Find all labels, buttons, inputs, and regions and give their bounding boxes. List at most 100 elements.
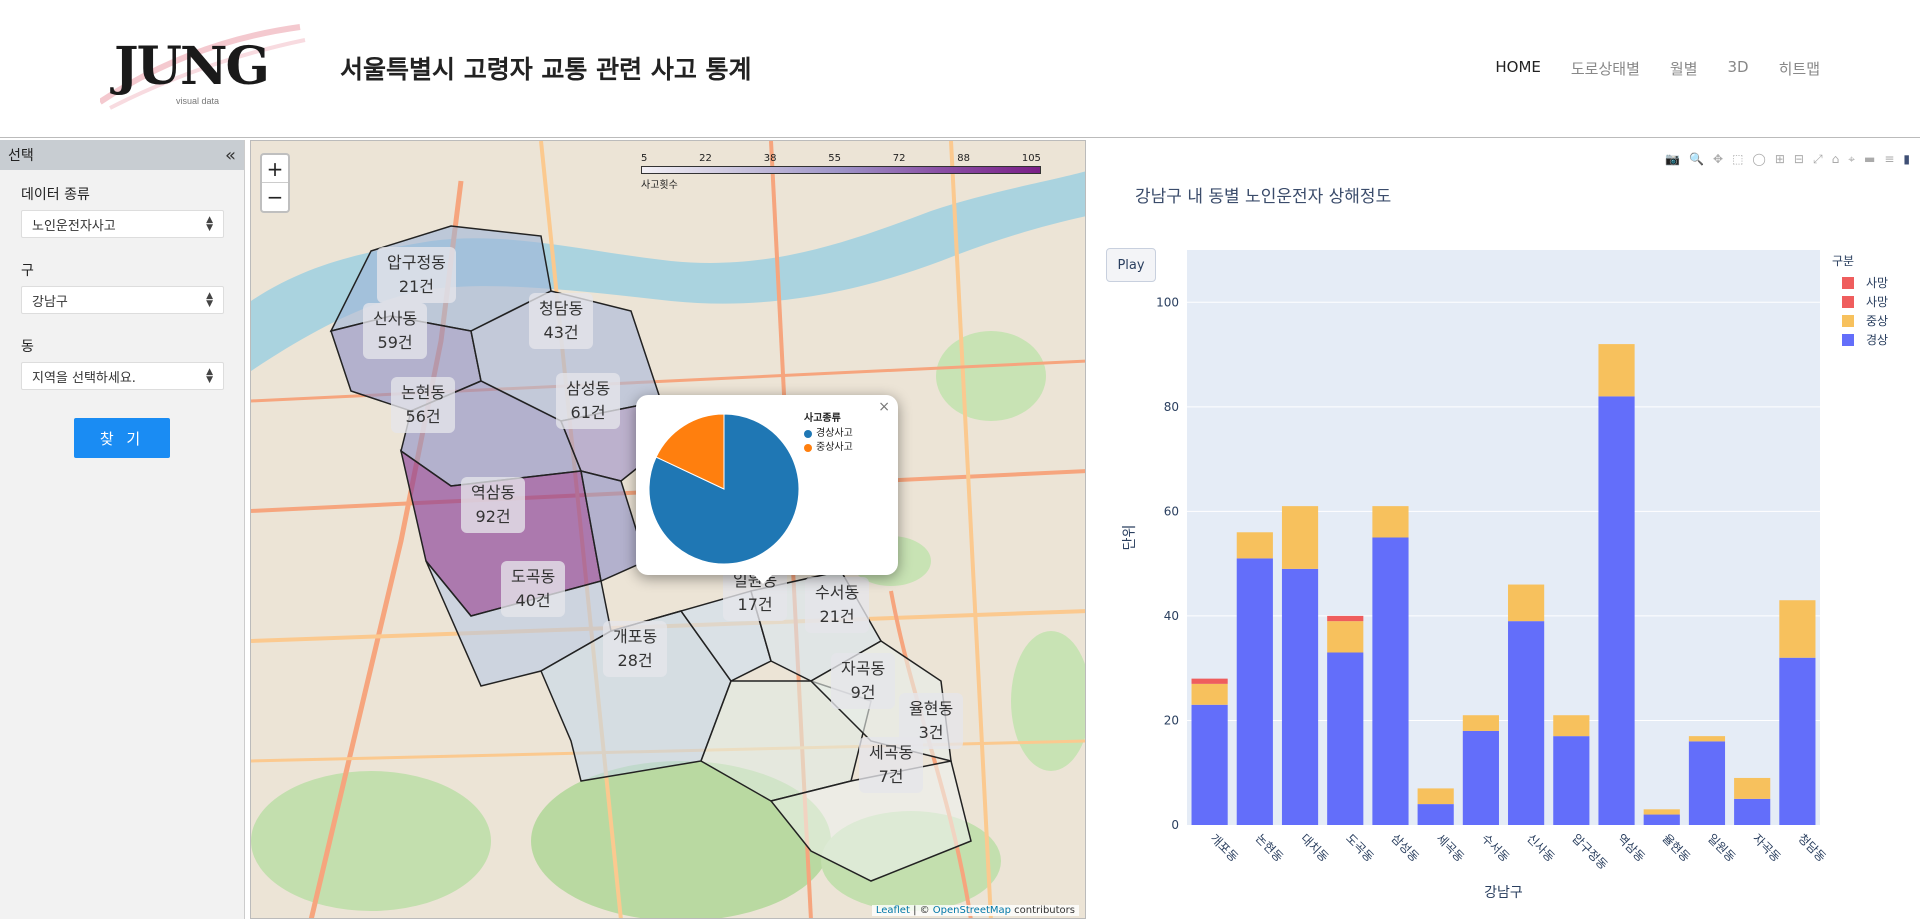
bar-경상[interactable] bbox=[1417, 804, 1454, 825]
district-label-apgujeong[interactable]: 압구정동 21건 bbox=[377, 247, 456, 303]
district-label-cheongdam[interactable]: 청담동 43건 bbox=[529, 293, 594, 349]
bar-중상[interactable] bbox=[1688, 736, 1726, 742]
nav-heatmap[interactable]: 히트맵 bbox=[1779, 58, 1820, 79]
bar-사망[interactable] bbox=[1191, 678, 1228, 684]
bar-중상[interactable] bbox=[1643, 809, 1680, 815]
bar-사망[interactable] bbox=[1327, 615, 1364, 622]
bar-중상[interactable] bbox=[1508, 584, 1545, 622]
logo-subtitle: visual data bbox=[176, 96, 220, 106]
nav-home[interactable]: HOME bbox=[1495, 58, 1541, 79]
dong-value: 지역을 선택하세요. bbox=[32, 370, 136, 386]
y-tick-label: 100 bbox=[1156, 295, 1179, 309]
data-type-label: 데이터 종류 bbox=[21, 187, 90, 203]
bar-경상[interactable] bbox=[1327, 652, 1364, 826]
district-label-suseo[interactable]: 수서동 21건 bbox=[805, 577, 870, 633]
gu-value: 강남구 bbox=[32, 294, 68, 310]
bar-중상[interactable] bbox=[1191, 683, 1228, 705]
data-type-select[interactable]: 노인운전자사고 ▲ ▼ bbox=[21, 210, 224, 238]
district-count: 43건 bbox=[543, 323, 579, 342]
pie-legend-title: 사고종류 bbox=[804, 413, 841, 424]
district-name: 수서동 bbox=[815, 583, 860, 602]
attribution-tail: contributors bbox=[1011, 905, 1075, 916]
bar-중상[interactable] bbox=[1281, 506, 1319, 569]
bar-경상[interactable] bbox=[1553, 736, 1590, 825]
district-count: 61건 bbox=[570, 403, 606, 422]
district-label-gaepo[interactable]: 개포동 28건 bbox=[603, 621, 668, 677]
bar-중상[interactable] bbox=[1598, 344, 1635, 397]
district-label-sinsa[interactable]: 신사동 59건 bbox=[363, 303, 428, 359]
dong-label: 동 bbox=[21, 339, 34, 355]
legend-item[interactable]: 경상 bbox=[1832, 330, 1888, 349]
district-label-samseong[interactable]: 삼성동 61건 bbox=[556, 373, 621, 429]
scale-tick: 22 bbox=[699, 153, 712, 164]
x-tick-label: 역삼동 bbox=[1614, 831, 1647, 864]
district-label-dogok[interactable]: 도곡동 40건 bbox=[501, 561, 566, 617]
district-count: 17건 bbox=[737, 595, 773, 614]
zoom-out-button[interactable]: − bbox=[262, 183, 288, 211]
find-button[interactable]: 찾 기 bbox=[74, 418, 170, 458]
x-axis-title: 강남구 bbox=[1484, 885, 1523, 901]
bar-경상[interactable] bbox=[1508, 621, 1545, 825]
bar-chart: 0 20 40 60 80 100 개포동 논현동 대치동 도곡동 삼성동 세곡동 수서동 신사동 압구정동… bbox=[1122, 250, 1829, 901]
osm-link[interactable]: OpenStreetMap bbox=[933, 905, 1011, 916]
bar-경상[interactable] bbox=[1643, 814, 1680, 825]
chart-legend: 구분 사망 사망 중상 경상 bbox=[1832, 252, 1888, 349]
map[interactable]: + − 5 22 38 55 72 88 105 사고횟수 압구정동 21건 신사… bbox=[250, 140, 1086, 919]
scale-tick: 72 bbox=[892, 153, 906, 164]
nav-monthly[interactable]: 월별 bbox=[1670, 58, 1698, 79]
legend-dot-icon bbox=[804, 430, 812, 438]
leaflet-link[interactable]: Leaflet bbox=[876, 905, 910, 916]
logo[interactable]: JUNG visual data bbox=[100, 22, 310, 114]
y-tick-label: 40 bbox=[1164, 609, 1179, 623]
bar-경상[interactable] bbox=[1191, 704, 1228, 825]
district-name: 자곡동 bbox=[841, 659, 886, 678]
district-count: 21건 bbox=[398, 277, 434, 296]
bar-경상[interactable] bbox=[1462, 730, 1499, 825]
bar-중상[interactable] bbox=[1779, 600, 1816, 658]
bar-중상[interactable] bbox=[1553, 715, 1590, 737]
popup-tip bbox=[753, 574, 773, 584]
bar-경상[interactable] bbox=[1598, 396, 1635, 825]
bar-중상[interactable] bbox=[1462, 715, 1499, 731]
x-tick-label: 청담동 bbox=[1795, 831, 1828, 864]
legend-title: 구분 bbox=[1832, 254, 1855, 268]
bar-경상[interactable] bbox=[1688, 741, 1726, 825]
legend-label: 사망 bbox=[1866, 295, 1889, 309]
collapse-icon[interactable]: « bbox=[225, 145, 236, 166]
x-tick-label: 신사동 bbox=[1524, 831, 1557, 864]
district-label-yeoksam[interactable]: 역삼동 92건 bbox=[461, 477, 526, 533]
bar-경상[interactable] bbox=[1236, 558, 1273, 825]
close-icon[interactable]: × bbox=[878, 399, 890, 415]
legend-item[interactable]: 사망 bbox=[1832, 273, 1888, 292]
bar-중상[interactable] bbox=[1417, 788, 1454, 805]
district-label-segok[interactable]: 세곡동 7건 bbox=[859, 737, 924, 793]
bar-경상[interactable] bbox=[1281, 568, 1319, 825]
district-count: 56건 bbox=[405, 407, 441, 426]
zoom-in-button[interactable]: + bbox=[262, 155, 288, 183]
district-name: 개포동 bbox=[613, 627, 658, 646]
nav-3d[interactable]: 3D bbox=[1728, 58, 1749, 79]
gu-select[interactable]: 강남구 ▲ ▼ bbox=[21, 286, 224, 314]
y-tick-label: 60 bbox=[1164, 504, 1179, 518]
nav-road-condition[interactable]: 도로상태별 bbox=[1571, 58, 1640, 79]
bar-경상[interactable] bbox=[1372, 537, 1409, 826]
legend-swatch-icon bbox=[1842, 314, 1854, 327]
legend-item[interactable]: 사망 bbox=[1832, 292, 1888, 311]
bar-중상[interactable] bbox=[1236, 532, 1273, 559]
attribution-sep: | © bbox=[909, 905, 933, 916]
scale-tick: 5 bbox=[641, 153, 648, 164]
bar-중상[interactable] bbox=[1372, 506, 1409, 538]
bar-중상[interactable] bbox=[1327, 621, 1364, 653]
legend-item[interactable]: 중상 bbox=[1832, 311, 1888, 330]
bar-경상[interactable] bbox=[1734, 798, 1771, 825]
district-label-jagok[interactable]: 자곡동 9건 bbox=[831, 653, 896, 709]
district-count: 92건 bbox=[475, 507, 511, 526]
y-tick-label: 80 bbox=[1164, 400, 1179, 414]
district-label-nonhyeon[interactable]: 논현동 56건 bbox=[391, 377, 456, 433]
bar-경상[interactable] bbox=[1779, 657, 1816, 825]
bar-중상[interactable] bbox=[1734, 777, 1771, 799]
dong-select[interactable]: 지역을 선택하세요. ▲ ▼ bbox=[21, 362, 224, 390]
pie-legend-item: 경상사고 bbox=[804, 427, 853, 441]
legend-label: 사망 bbox=[1866, 276, 1889, 290]
chart-panel: 📷 🔍 ✥ ⬚ ◯ ⊞ ⊟ ⤢ ⌂ ⌖ ▬ ≡ ▮ 강남구 내 동별 노인운전자… bbox=[1090, 140, 1920, 919]
